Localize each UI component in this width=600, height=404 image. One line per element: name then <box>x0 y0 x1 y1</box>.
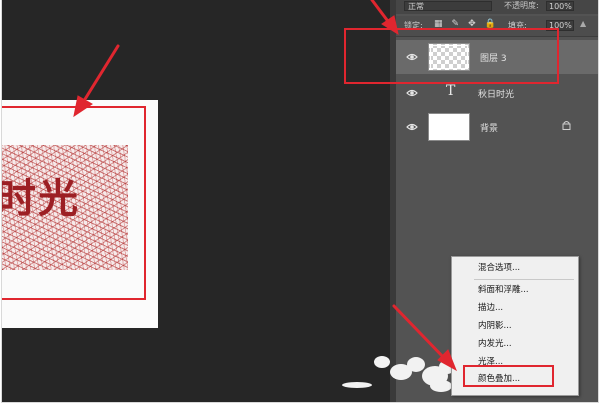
menu-item-inner-shadow[interactable]: 内阴影... <box>452 318 578 335</box>
layer-name[interactable]: 秋日时光 <box>478 87 514 100</box>
blend-mode-select[interactable]: 正常 <box>404 1 492 11</box>
layer-name[interactable]: 背景 <box>480 121 498 134</box>
opacity-label: 不透明度: <box>504 1 539 10</box>
brush-stroke <box>342 382 372 388</box>
menu-separator <box>474 279 574 280</box>
layer-thumbnail[interactable] <box>428 113 470 141</box>
menu-item-bevel-emboss[interactable]: 斜面和浮雕... <box>452 282 578 299</box>
menu-item-stroke[interactable]: 描边... <box>452 300 578 317</box>
photoshop-window: 时光 正常 不透明度: 100% 锁定: ▦ ✎ ✥ 🔒 填充: 100% ▲ … <box>2 0 598 402</box>
opacity-field[interactable]: 100% <box>546 1 574 11</box>
scroll-up-icon[interactable]: ▲ <box>580 19 586 28</box>
eye-icon[interactable] <box>406 121 418 133</box>
text-layer-icon: T <box>446 83 456 99</box>
brush-stroke <box>430 380 452 392</box>
lock-icon <box>562 121 571 130</box>
eye-icon[interactable] <box>406 87 418 99</box>
menu-item-inner-glow[interactable]: 内发光... <box>452 336 578 353</box>
layer-row-background[interactable]: 背景 <box>396 110 598 144</box>
annotation-box-layer <box>344 28 559 84</box>
brush-stroke <box>374 356 390 368</box>
layers-options-row: 正常 不透明度: 100% <box>396 0 598 14</box>
menu-item-blending-options[interactable]: 混合选项... <box>452 260 578 277</box>
document-canvas[interactable]: 时光 <box>2 100 158 328</box>
canvas-area[interactable]: 时光 <box>2 0 390 402</box>
brush-stroke <box>407 357 425 372</box>
annotation-box-color-overlay <box>463 365 554 387</box>
document-red-border <box>2 106 146 300</box>
